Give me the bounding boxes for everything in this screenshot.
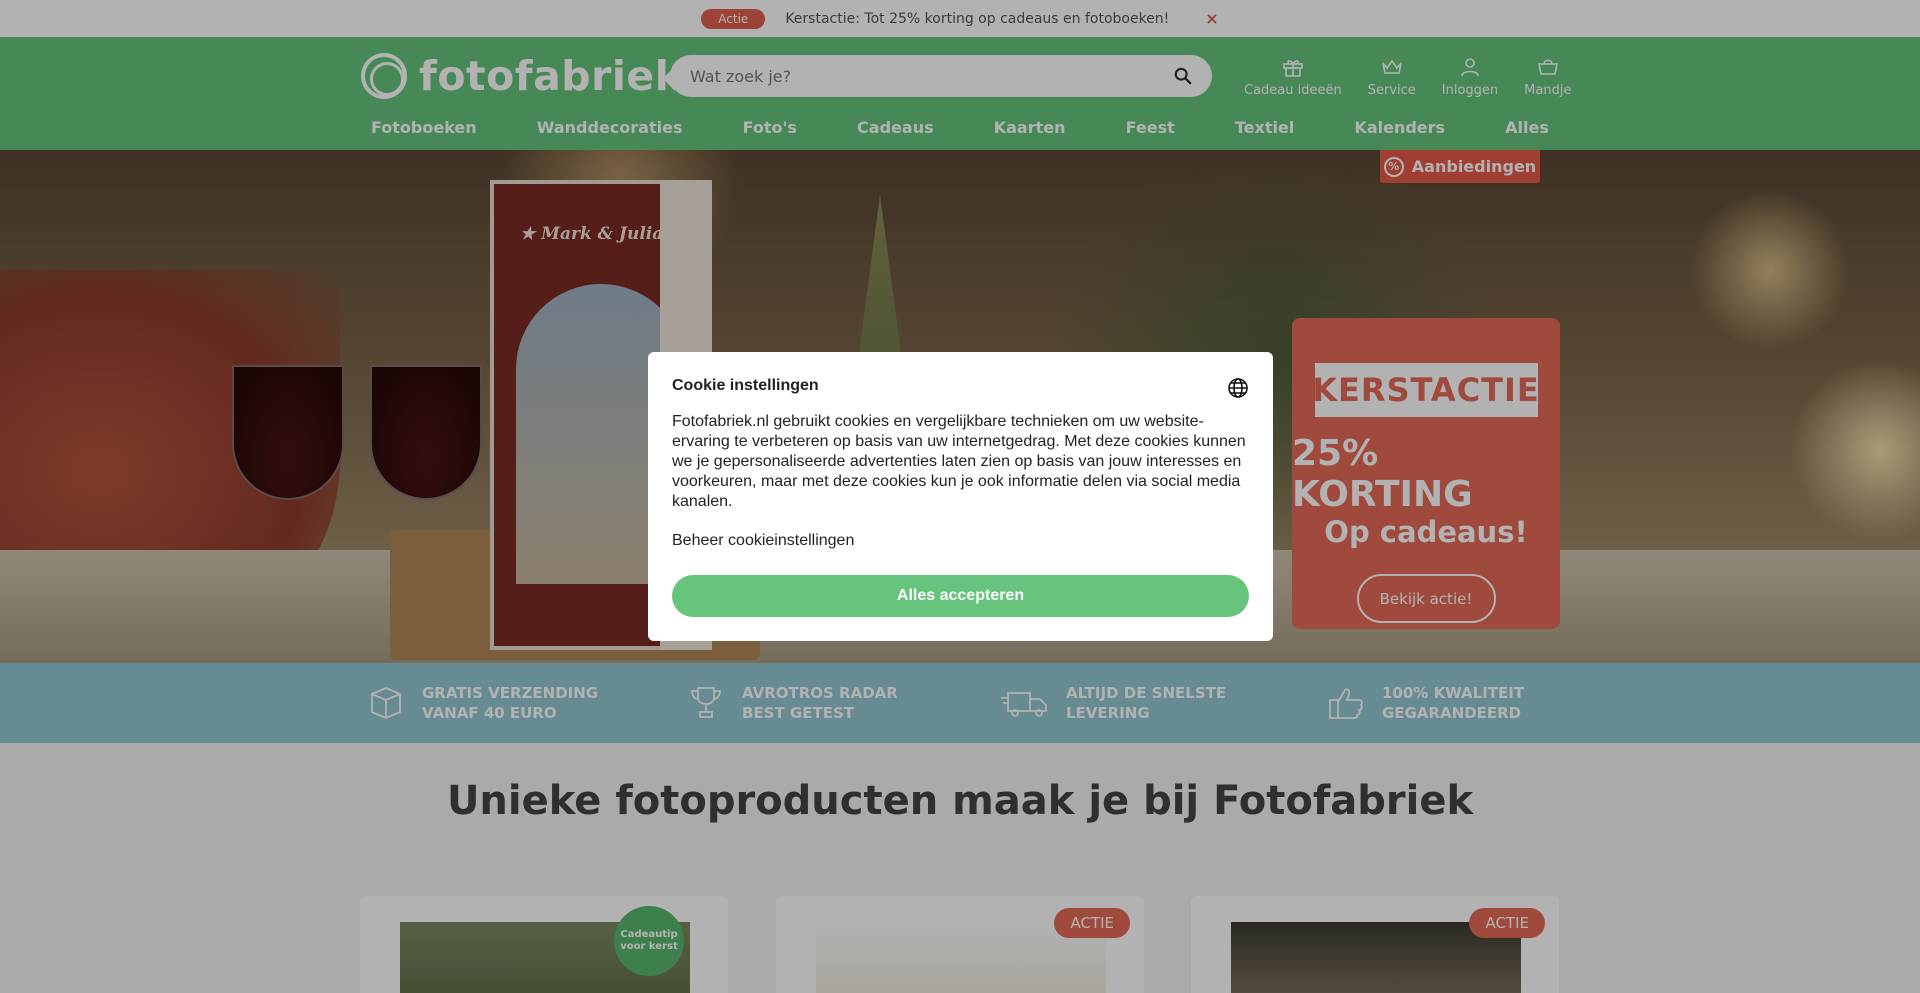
cookie-title: Cookie instellingen (672, 377, 819, 394)
cookie-body: Fotofabriek.nl gebruikt cookies en verge… (672, 413, 1246, 510)
accept-all-button[interactable]: Alles accepteren (672, 575, 1249, 617)
cookie-dialog: Cookie instellingen Fotofabriek.nl gebru… (648, 352, 1273, 641)
manage-cookies-link[interactable]: Beheer cookieinstellingen (672, 532, 854, 550)
globe-icon[interactable] (1227, 377, 1249, 399)
